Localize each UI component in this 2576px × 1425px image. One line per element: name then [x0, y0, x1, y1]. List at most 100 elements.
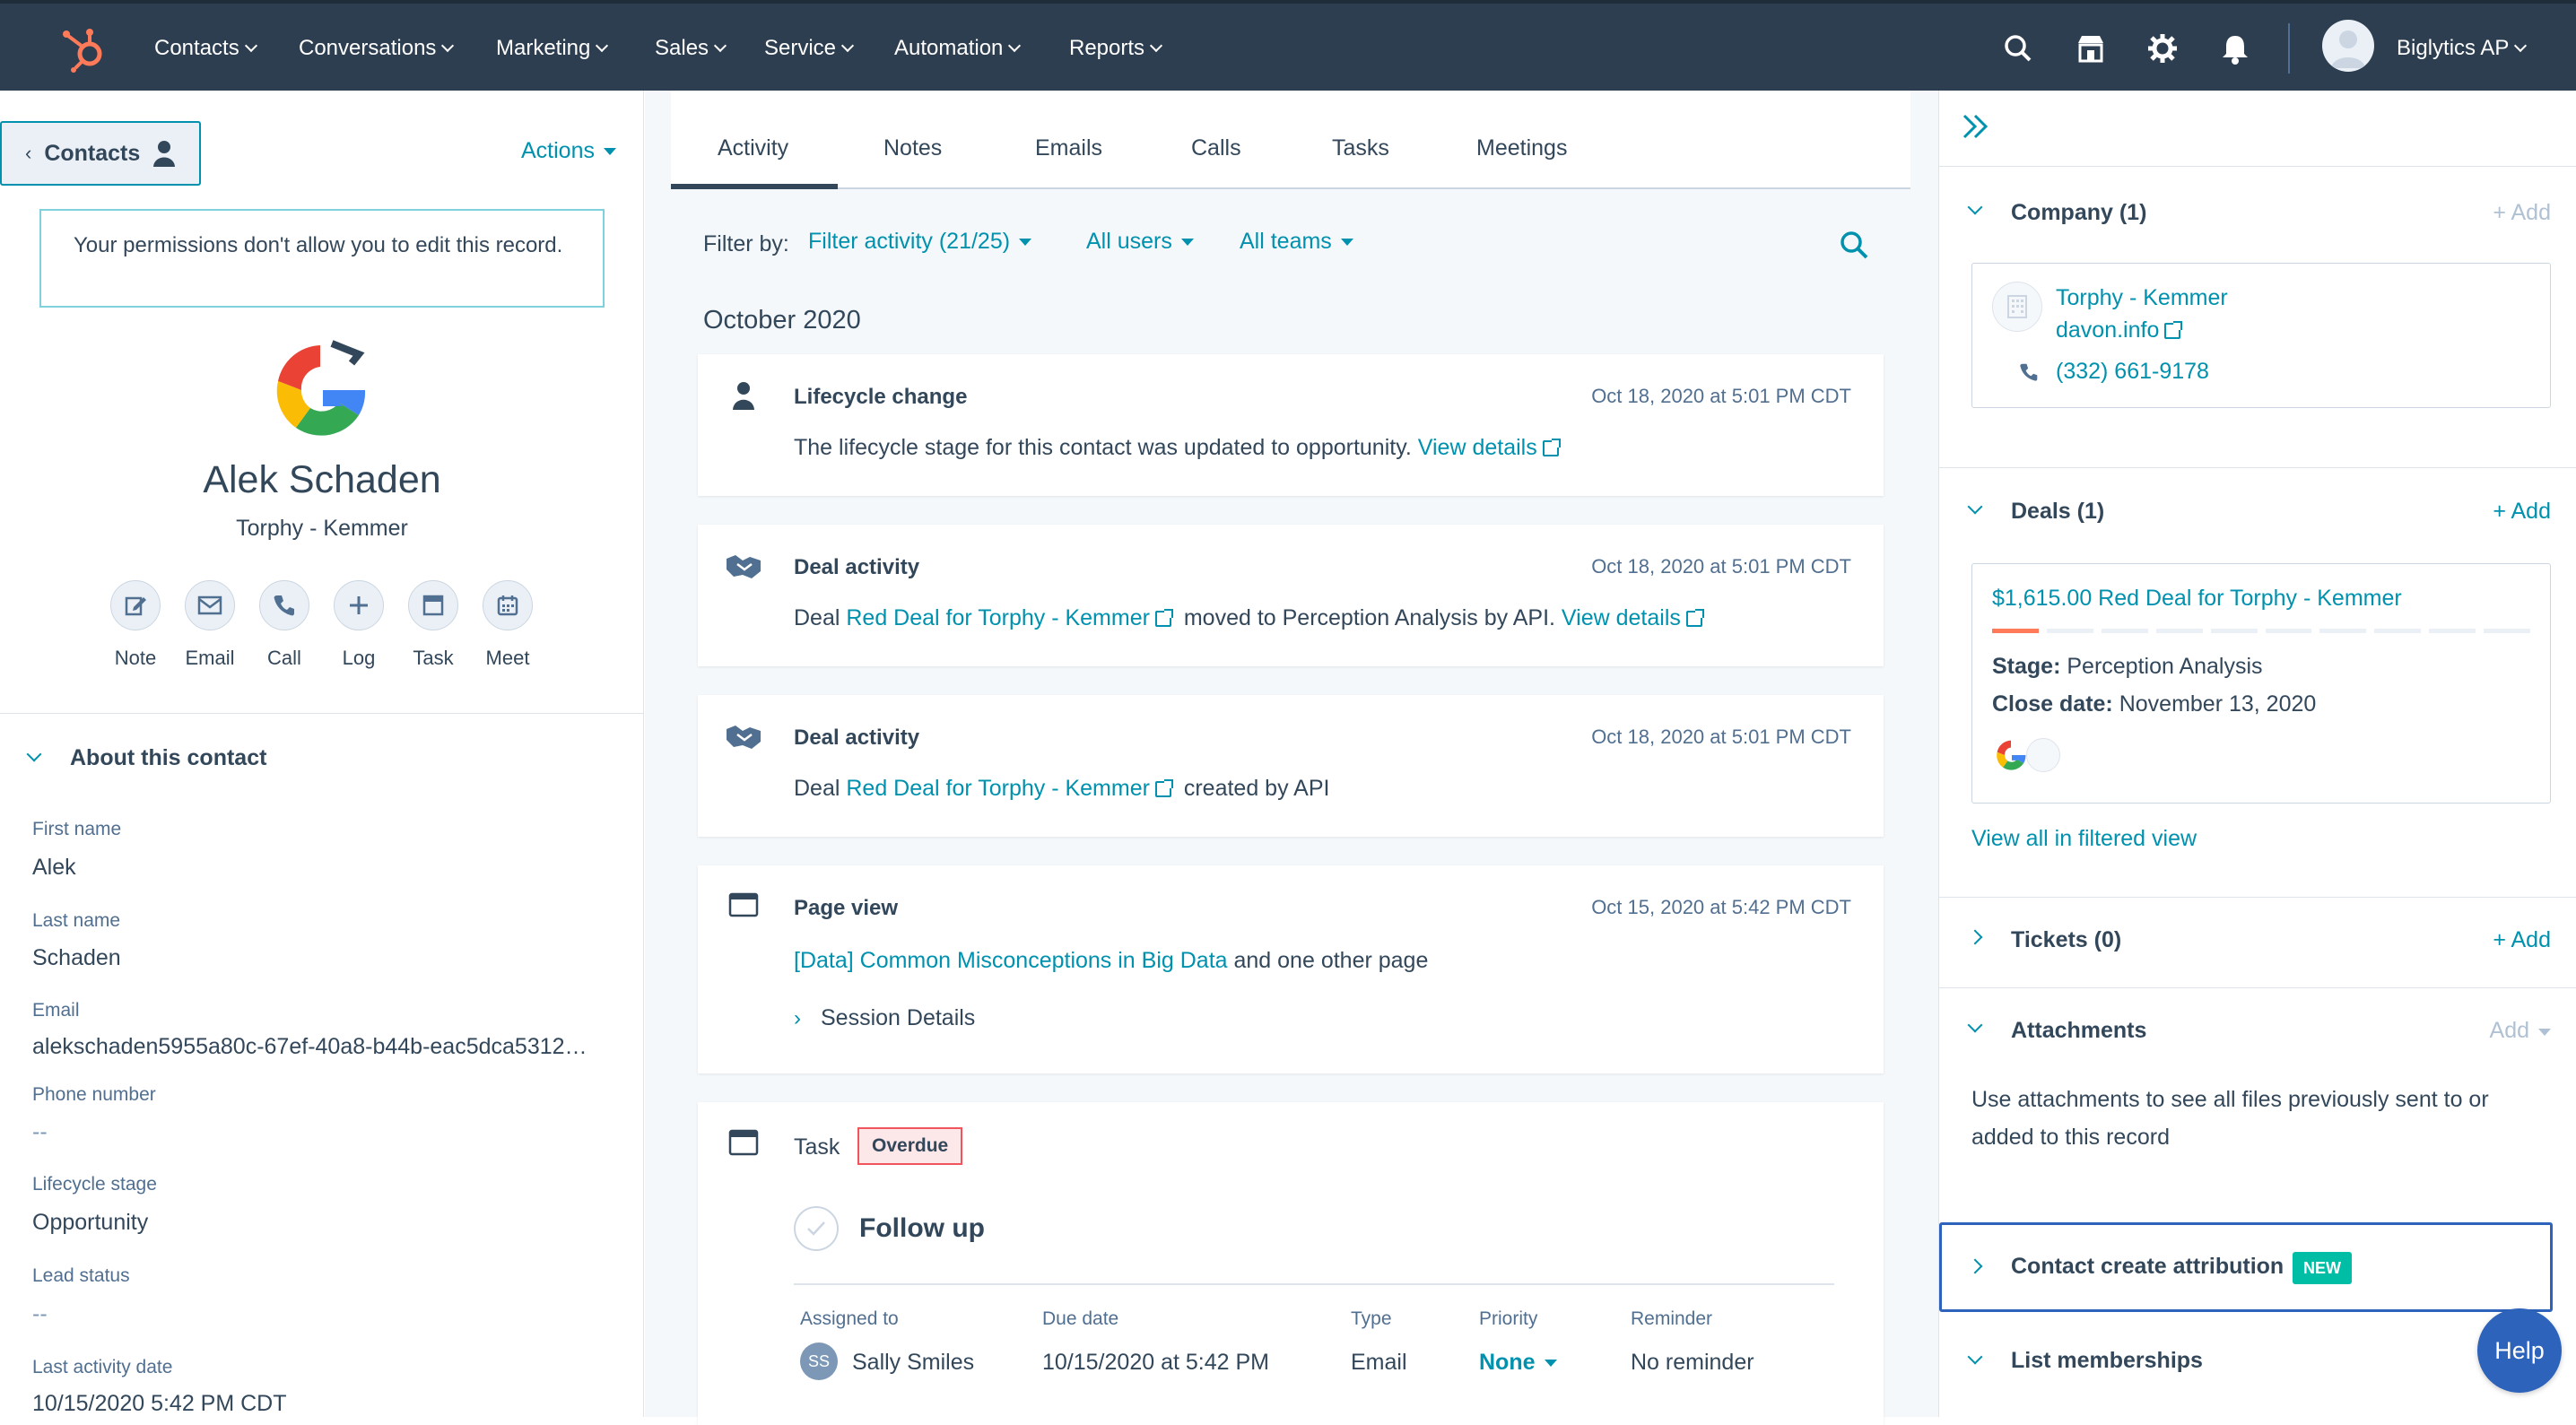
- company-name-link[interactable]: Torphy - Kemmer: [2056, 285, 2228, 311]
- tab-activity[interactable]: Activity: [718, 135, 788, 161]
- nav-reports[interactable]: Reports: [1069, 36, 1163, 61]
- email-button[interactable]: [185, 580, 235, 630]
- chevron-down-icon[interactable]: [1967, 1349, 1983, 1365]
- collapse-sidebar-icon[interactable]: [1961, 112, 1989, 141]
- task-button[interactable]: [408, 580, 458, 630]
- chevron-down-icon[interactable]: [1967, 1017, 1983, 1033]
- due-date-value[interactable]: 10/15/2020 at 5:42 PM: [1042, 1350, 1269, 1376]
- session-details-toggle[interactable]: › Session Details: [794, 1005, 975, 1031]
- add-attachment-link[interactable]: Add: [2490, 1018, 2529, 1044]
- add-ticket-link[interactable]: + Add: [2493, 927, 2551, 953]
- call-button[interactable]: [259, 580, 309, 630]
- note-button[interactable]: [110, 580, 161, 630]
- list-memberships-header[interactable]: List memberships: [2011, 1348, 2203, 1374]
- progress-segment: [2319, 629, 2367, 633]
- chevron-right-icon: [1967, 1258, 1983, 1274]
- chevron-down-icon[interactable]: [1967, 499, 1983, 515]
- close-date-label: Close date:: [1992, 691, 2113, 717]
- company-domain-link[interactable]: davon.info: [2056, 317, 2159, 343]
- field-label: Last activity date: [32, 1357, 173, 1377]
- log-button[interactable]: [334, 580, 384, 630]
- help-button[interactable]: Help: [2477, 1308, 2562, 1393]
- contact-create-attribution-section[interactable]: Contact create attribution NEW: [1939, 1222, 2553, 1312]
- back-to-contacts-button[interactable]: ‹ Contacts: [0, 121, 201, 186]
- type-value[interactable]: Email: [1351, 1350, 1407, 1376]
- session-details-label: Session Details: [821, 1005, 976, 1030]
- field-value-last-name: Schaden: [32, 945, 121, 970]
- tickets-section-header[interactable]: Tickets (0): [2011, 927, 2121, 953]
- all-users-dropdown[interactable]: All users: [1086, 229, 1194, 255]
- actions-dropdown[interactable]: Actions: [521, 138, 616, 164]
- progress-segment: [2265, 629, 2312, 633]
- search-activity-icon[interactable]: [1838, 229, 1870, 261]
- all-teams-dropdown[interactable]: All teams: [1240, 229, 1353, 255]
- hubspot-logo-icon[interactable]: [59, 27, 108, 74]
- view-details-link[interactable]: View details: [1418, 435, 1537, 460]
- deal-link[interactable]: Red Deal for Torphy - Kemmer: [846, 605, 1150, 630]
- field-value-last-activity: 10/15/2020 5:42 PM CDT: [32, 1391, 287, 1416]
- nav-conversations[interactable]: Conversations: [299, 36, 455, 61]
- account-menu[interactable]: Biglytics AP: [2397, 36, 2528, 61]
- active-tab-indicator: [671, 184, 838, 189]
- chevron-down-icon[interactable]: [26, 746, 42, 762]
- field-value-phone: --: [32, 1119, 48, 1144]
- company-section-header[interactable]: Company (1): [2011, 200, 2146, 226]
- nav-marketing[interactable]: Marketing: [496, 36, 609, 61]
- email-label: Email: [185, 647, 235, 669]
- nav-automation[interactable]: Automation: [894, 36, 1022, 61]
- chevron-right-icon[interactable]: [1967, 929, 1983, 945]
- contact-company: Torphy - Kemmer: [236, 516, 408, 541]
- task-name[interactable]: Follow up: [859, 1213, 985, 1244]
- task-divider: [794, 1283, 1834, 1285]
- assignee-name[interactable]: Sally Smiles: [852, 1350, 974, 1376]
- add-company-link[interactable]: + Add: [2493, 200, 2551, 226]
- search-icon[interactable]: [2000, 30, 2036, 66]
- deal-title-link[interactable]: $1,615.00 Red Deal for Torphy - Kemmer: [1992, 586, 2402, 612]
- tab-emails[interactable]: Emails: [1035, 135, 1102, 161]
- card-title: Deal activity: [794, 726, 920, 750]
- company-logo-placeholder: [2026, 738, 2060, 772]
- filter-activity-dropdown[interactable]: Filter activity (21/25): [808, 229, 1032, 255]
- all-users-label: All users: [1086, 229, 1172, 254]
- notifications-bell-icon[interactable]: [2217, 30, 2253, 66]
- activity-timeline: Activity Notes Emails Calls Tasks Meetin…: [645, 91, 1938, 1425]
- card-title: Task: [794, 1134, 840, 1160]
- attachments-section-header[interactable]: Attachments: [2011, 1018, 2146, 1044]
- avatar[interactable]: [2322, 20, 2374, 72]
- tab-calls[interactable]: Calls: [1191, 135, 1241, 161]
- nav-service[interactable]: Service: [764, 36, 855, 61]
- page-link[interactable]: [Data] Common Misconceptions in Big Data: [794, 948, 1228, 973]
- caret-down-icon[interactable]: [2538, 1029, 2551, 1036]
- settings-gear-icon[interactable]: [2145, 30, 2180, 66]
- deals-section-header[interactable]: Deals (1): [2011, 499, 2104, 525]
- deal-link[interactable]: Red Deal for Torphy - Kemmer: [846, 776, 1150, 801]
- deal-card: $1,615.00 Red Deal for Torphy - Kemmer S…: [1971, 563, 2551, 804]
- marketplace-icon[interactable]: [2073, 30, 2109, 66]
- external-link-icon[interactable]: [1685, 609, 1704, 627]
- reminder-value[interactable]: No reminder: [1631, 1350, 1754, 1376]
- chevron-down-icon: [441, 39, 455, 53]
- priority-dropdown[interactable]: None: [1479, 1350, 1557, 1376]
- add-deal-link[interactable]: + Add: [2493, 499, 2551, 525]
- progress-segment: [2101, 629, 2148, 633]
- external-link-icon[interactable]: [2164, 320, 2183, 339]
- card-title: Lifecycle change: [794, 385, 968, 409]
- external-link-icon[interactable]: [1542, 439, 1561, 456]
- tab-tasks[interactable]: Tasks: [1332, 135, 1389, 161]
- chevron-down-icon[interactable]: [1967, 199, 1983, 215]
- tab-notes[interactable]: Notes: [883, 135, 942, 161]
- nav-contacts[interactable]: Contacts: [154, 36, 257, 61]
- external-link-icon[interactable]: [1154, 609, 1173, 627]
- external-link-icon[interactable]: [1154, 779, 1173, 797]
- edit-note-icon: [125, 596, 146, 616]
- complete-task-checkbox[interactable]: [794, 1206, 839, 1251]
- tab-meetings[interactable]: Meetings: [1476, 135, 1567, 161]
- view-all-deals-link[interactable]: View all in filtered view: [1971, 826, 2197, 852]
- nav-sales[interactable]: Sales: [655, 36, 727, 61]
- meet-button[interactable]: [483, 580, 533, 630]
- assignee-avatar: SS: [800, 1342, 838, 1380]
- company-logo-icon: [1997, 740, 2026, 770]
- company-phone-link[interactable]: (332) 661-9178: [2056, 359, 2209, 385]
- about-contact-header[interactable]: About this contact: [70, 745, 266, 771]
- view-details-link[interactable]: View details: [1562, 605, 1681, 630]
